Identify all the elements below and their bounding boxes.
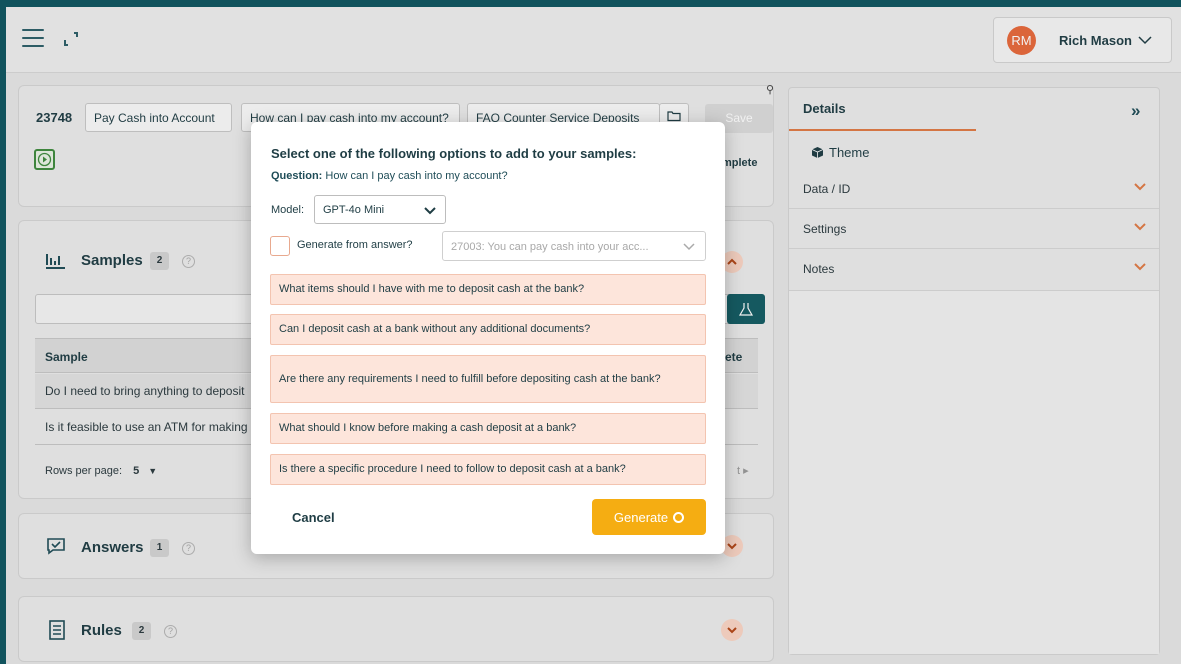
answer-value: 27003: You can pay cash into your acc...: [451, 241, 649, 253]
cancel-button[interactable]: Cancel: [292, 510, 335, 525]
question-label: Question:: [271, 170, 323, 182]
generate-label: Generate: [613, 509, 669, 525]
chevron-down-icon: [683, 243, 695, 251]
chevron-down-icon: [424, 207, 436, 215]
model-select[interactable]: GPT-4o Mini: [314, 195, 446, 224]
sample-option[interactable]: What should I know before making a cash …: [270, 413, 706, 444]
answer-select[interactable]: 27003: You can pay cash into your acc...: [442, 231, 706, 261]
generate-samples-modal: Select one of the following options to a…: [251, 122, 725, 554]
generate-from-answer-checkbox[interactable]: [270, 236, 290, 256]
modal-title: Select one of the following options to a…: [271, 146, 637, 161]
model-label: Model:: [271, 204, 305, 216]
modal-question: Question: How can I pay cash into my acc…: [271, 170, 508, 182]
sample-option[interactable]: Is there a specific procedure I need to …: [270, 454, 706, 485]
sample-option[interactable]: Can I deposit cash at a bank without any…: [270, 314, 706, 345]
spinner-icon: [673, 511, 685, 523]
question-text: How can I pay cash into my account?: [325, 170, 508, 182]
generate-from-answer-label: Generate from answer?: [297, 239, 413, 251]
sample-option[interactable]: Are there any requirements I need to ful…: [270, 355, 706, 403]
sample-option[interactable]: What items should I have with me to depo…: [270, 274, 706, 305]
generate-button[interactable]: Generate: [592, 499, 706, 535]
model-value: GPT-4o Mini: [323, 204, 385, 216]
